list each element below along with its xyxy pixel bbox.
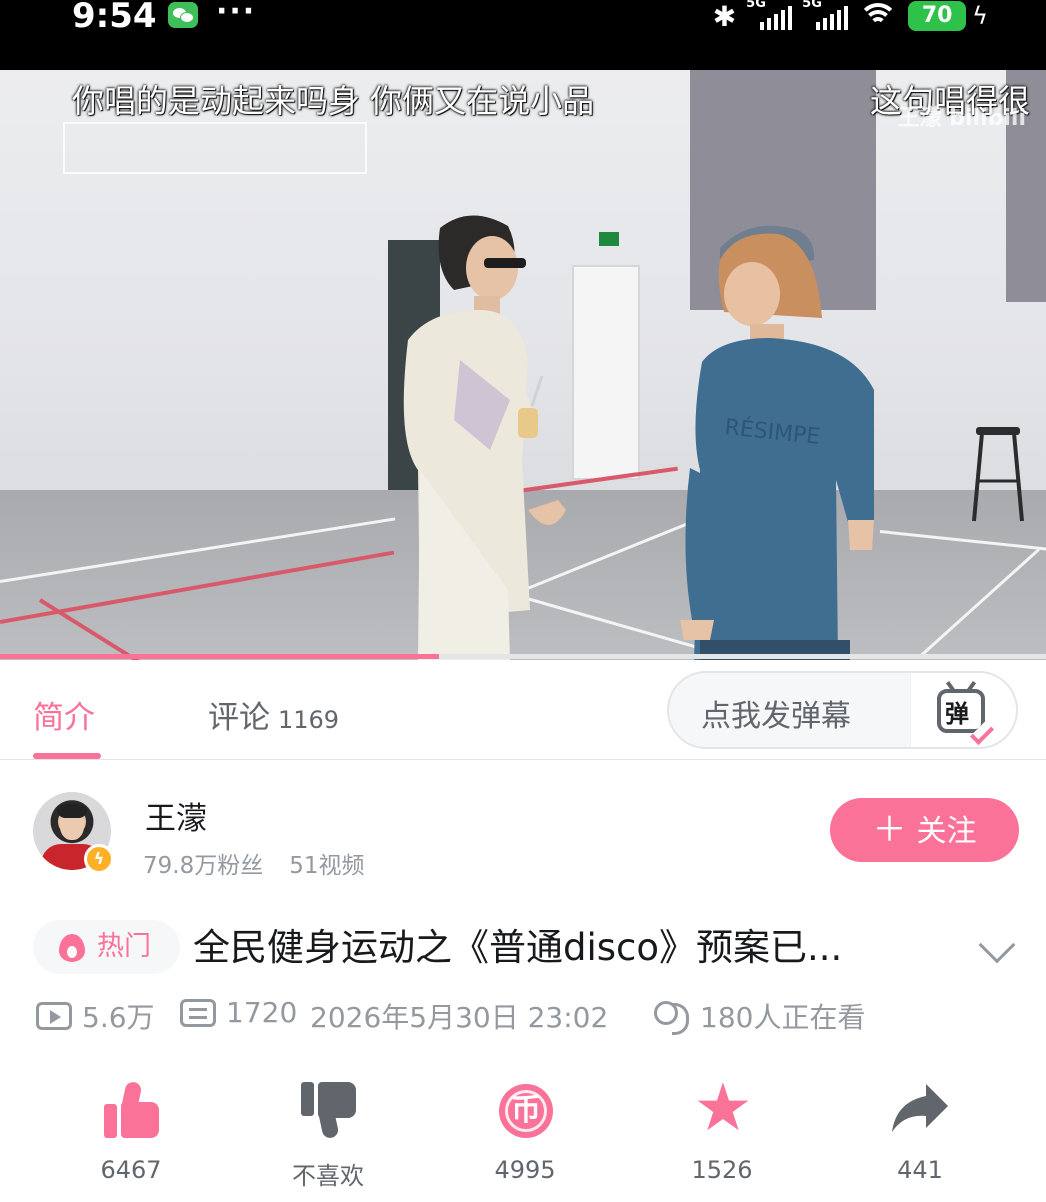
flame-icon xyxy=(59,934,85,962)
cellular-signal-icon: 5G xyxy=(746,0,793,30)
hot-badge-label: 热门 xyxy=(97,931,151,962)
battery-indicator: 70 xyxy=(908,1,967,31)
star-icon: ★ xyxy=(693,1069,753,1146)
watching-count-value: 180人正在看 xyxy=(700,1001,866,1034)
publish-time: 2026年5月30日 23:02 xyxy=(310,996,608,1036)
status-icons: ✱ 5G 5G 70 ϟ xyxy=(712,0,988,33)
video-meta: 5.6万 1720 2026年5月30日 23:02 180人正在看 xyxy=(0,990,1046,1036)
uploader-section: ϟ 王濛 79.8万粉丝 51视频 ＋ 关注 xyxy=(0,760,1046,890)
verified-badge-icon: ϟ xyxy=(84,844,114,874)
coin-count: 4995 xyxy=(494,1156,556,1184)
dislike-label: 不喜欢 xyxy=(292,1162,364,1190)
tab-comments[interactable]: 评论 1169 xyxy=(208,692,339,737)
uploader-name[interactable]: 王濛 xyxy=(145,793,207,838)
video-title: 全民健身运动之《普通disco》预案已... xyxy=(193,926,843,969)
person-right: RÉSIMPE xyxy=(680,225,874,660)
wechat-notification-icon xyxy=(168,2,198,28)
follow-label: 关注 xyxy=(916,814,977,849)
tab-intro[interactable]: 简介 xyxy=(33,692,95,737)
tab-active-indicator xyxy=(33,753,101,759)
charging-icon: ϟ xyxy=(972,2,988,30)
danmaku-comment: 你唱的是动起来吗身 你俩又在说小品 xyxy=(72,82,595,120)
thumb-up-icon xyxy=(104,1080,160,1140)
share-icon xyxy=(890,1080,948,1140)
view-count: 5.6万 xyxy=(36,996,155,1036)
video-count: 51视频 xyxy=(289,853,365,879)
bluetooth-icon: ✱ xyxy=(712,0,737,33)
chevron-down-icon[interactable] xyxy=(978,926,1016,964)
fans-count: 79.8万粉丝 xyxy=(143,853,264,879)
exit-sign xyxy=(599,232,619,246)
viewers-icon xyxy=(652,1001,690,1035)
follow-button[interactable]: ＋ 关注 xyxy=(830,798,1019,862)
danmaku-count: 1720 xyxy=(180,996,297,1029)
danmaku-input-placeholder: 点我发弹幕 xyxy=(701,699,851,734)
tab-comments-label: 评论 xyxy=(208,700,270,736)
watermark: 王濛 bilibili xyxy=(897,106,1026,131)
like-count: 6467 xyxy=(100,1156,162,1184)
person-left xyxy=(403,215,566,660)
cellular-signal-icon-2: 5G xyxy=(802,0,849,30)
check-icon xyxy=(969,720,995,746)
danmaku-highlight-box xyxy=(63,122,367,174)
watching-count: 180人正在看 xyxy=(652,996,865,1036)
danmaku-count-value: 1720 xyxy=(226,996,298,1029)
danmaku-toggle-button[interactable]: 弹 xyxy=(910,673,1016,747)
plus-icon: ＋ xyxy=(872,810,907,850)
coin-icon: 币 xyxy=(499,1084,553,1138)
hot-badge[interactable]: 热门 xyxy=(33,920,180,974)
publish-time-value: 2026年5月30日 23:02 xyxy=(310,1001,609,1034)
tab-bar: 简介 评论 1169 点我发弹幕 弹 xyxy=(0,660,1046,760)
status-bar: 9:54 ··· ✱ 5G 5G 70 ϟ xyxy=(0,0,1046,70)
bar-stool xyxy=(972,427,1024,522)
action-bar: 6467 不喜欢 币 4995 ★ 1526 441 xyxy=(0,1070,1046,1202)
share-count: 441 xyxy=(897,1156,943,1184)
thumb-down-icon xyxy=(301,1080,357,1140)
view-count-value: 5.6万 xyxy=(82,1001,155,1034)
wifi-icon xyxy=(858,1,899,31)
danmaku-tv-icon: 弹 xyxy=(937,689,995,746)
danmaku-icon-char: 弹 xyxy=(945,700,969,728)
comment-count: 1169 xyxy=(278,706,340,734)
danmaku-count-icon xyxy=(180,998,216,1027)
status-time: 9:54 xyxy=(72,0,157,36)
video-player[interactable]: RÉSIMPE 你唱的是动起来吗身 你俩又在说小品 这句唱得很 王濛 bilib… xyxy=(0,70,1046,660)
video-progress-fill xyxy=(0,654,440,659)
uploader-stats: 79.8万粉丝 51视频 xyxy=(143,846,365,880)
title-row: 热门 全民健身运动之《普通disco》预案已... xyxy=(0,910,1046,980)
more-notifications-icon: ··· xyxy=(216,0,257,29)
danmaku-input[interactable]: 点我发弹幕 弹 xyxy=(667,671,1018,749)
favorite-count: 1526 xyxy=(691,1156,753,1184)
play-count-icon xyxy=(36,1002,72,1030)
